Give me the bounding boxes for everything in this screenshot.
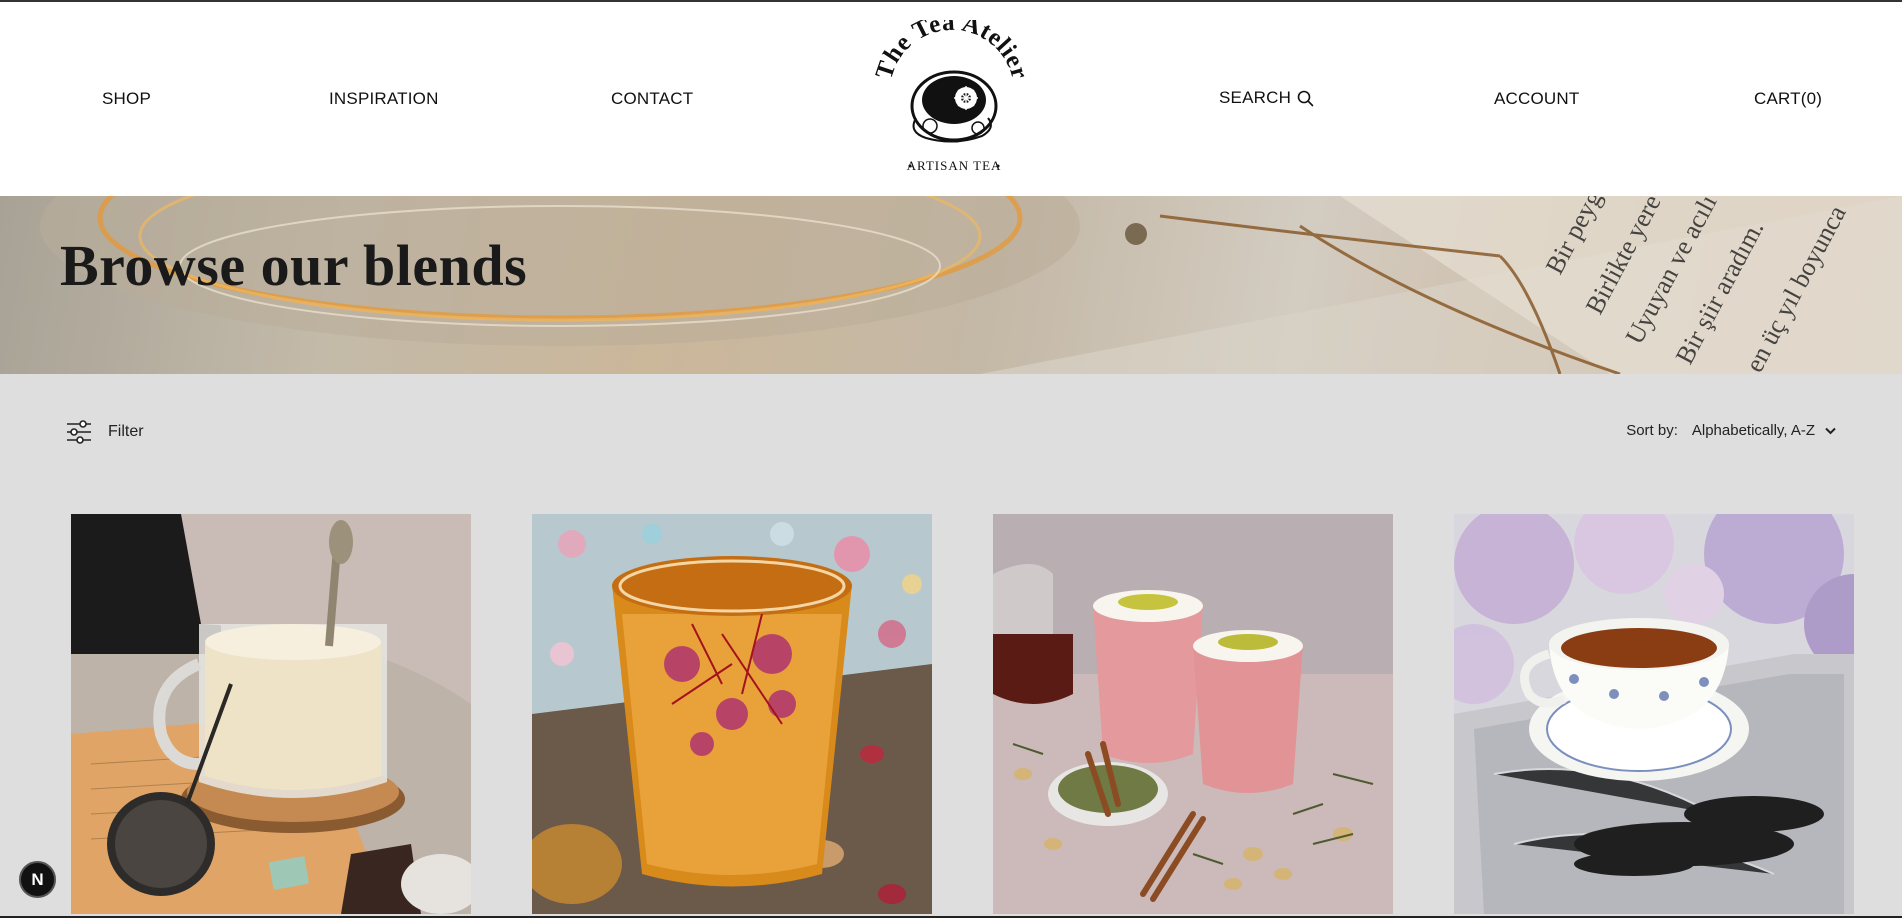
logo-emblem: The Tea Atelier ARTISAN TEA — [871, 9, 1033, 173]
site-header: SHOP INSPIRATION CONTACT The Tea Atelier — [0, 2, 1902, 196]
product-card[interactable] — [532, 514, 932, 914]
product-image — [993, 514, 1393, 914]
nav-contact[interactable]: CONTACT — [611, 89, 693, 109]
sliders-icon — [67, 420, 91, 444]
product-card[interactable] — [71, 514, 471, 914]
sort-value: Alphabetically, A-Z — [1691, 422, 1815, 439]
nav-account[interactable]: ACCOUNT — [1494, 89, 1579, 109]
sort-select[interactable]: Alphabetically, A-Z — [1692, 422, 1836, 439]
filter-button[interactable]: Filter — [66, 420, 144, 444]
filter-label: Filter — [108, 423, 144, 440]
chevron-down-icon — [1825, 427, 1836, 434]
sort-control: Sort by: Alphabetically, A-Z — [1626, 422, 1836, 439]
nav-cart[interactable]: CART(0) — [1754, 89, 1822, 109]
next-dev-badge[interactable]: N — [19, 861, 56, 898]
page-title: Browse our blends — [60, 233, 528, 298]
nav-search-label: SEARCH — [1219, 88, 1292, 107]
site-logo[interactable]: The Tea Atelier ARTISAN TEA — [870, 9, 1034, 180]
product-card[interactable] — [1454, 514, 1854, 914]
product-image — [1454, 514, 1854, 914]
product-image — [532, 514, 932, 914]
search-icon — [1297, 90, 1314, 106]
svg-text:ARTISAN TEA: ARTISAN TEA — [907, 158, 1002, 173]
hero-banner: Bir peygam Birlikte yere Uyuyan ve acılı… — [0, 196, 1902, 374]
product-image — [71, 514, 471, 914]
nav-inspiration[interactable]: INSPIRATION — [329, 89, 439, 109]
sort-label: Sort by: — [1626, 422, 1678, 439]
product-card[interactable] — [993, 514, 1393, 914]
nav-shop[interactable]: SHOP — [102, 89, 151, 109]
nav-search[interactable]: SEARCH — [1219, 88, 1314, 108]
